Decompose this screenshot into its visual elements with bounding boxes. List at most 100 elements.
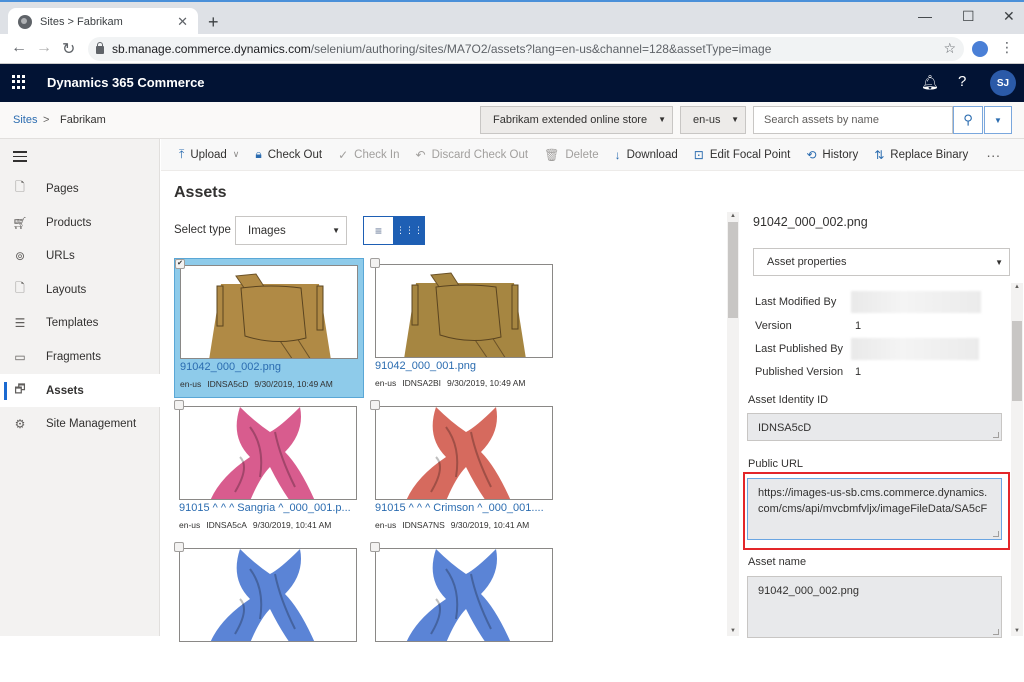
chevron-down-icon: ▼ <box>332 226 340 235</box>
hamburger-menu-icon[interactable] <box>13 151 27 165</box>
forward-button[interactable]: → <box>36 39 52 57</box>
list-view-button[interactable]: ≡ <box>363 216 394 245</box>
asset-tile[interactable] <box>174 542 364 682</box>
asset-name-link[interactable]: 91015 ^ ^ ^ Sangria ^_000_001.p... <box>179 502 359 514</box>
asset-checkbox[interactable] <box>370 542 380 552</box>
address-bar-row: ← → ↻ sb.manage.commerce.dynamics.com/se… <box>0 34 1024 64</box>
delete-label: Delete <box>565 148 599 161</box>
download-button[interactable]: ↓ Download <box>615 148 678 162</box>
delete-button[interactable]: 🗑︎ Delete <box>544 148 598 162</box>
search-icon: ⚲ <box>963 112 973 127</box>
scroll-down-icon[interactable]: ▼ <box>1014 628 1020 634</box>
scroll-up-icon[interactable]: ▲ <box>1014 284 1020 290</box>
profile-avatar-icon[interactable] <box>972 41 988 57</box>
asset-tile[interactable] <box>370 542 560 682</box>
asset-date: 9/30/2019, 10:49 AM <box>254 379 333 389</box>
upload-button[interactable]: ⤒ Upload ∨ <box>179 147 239 162</box>
asset-name-link[interactable]: 91042_000_002.png <box>180 361 360 373</box>
close-tab-icon[interactable]: ✕ <box>177 14 188 30</box>
asset-tile[interactable]: 91015 ^ ^ ^ Sangria ^_000_001.p... en-us I… <box>174 400 364 540</box>
site-select[interactable]: Fabrikam extended online store ▼ <box>480 106 673 134</box>
maximize-button[interactable]: ☐ <box>962 8 975 25</box>
sidebar-item-templates[interactable]: ☰ Templates <box>0 306 160 339</box>
asset-tile[interactable]: 91015 ^ ^ ^ Crimson ^_000_001.... en-us ID… <box>370 400 560 540</box>
scarf-image <box>210 407 315 499</box>
asset-identity-field[interactable]: IDNSA5cD <box>747 413 1002 441</box>
asset-checkbox[interactable] <box>370 258 380 268</box>
browser-menu-icon[interactable]: ⋮ <box>1000 39 1014 56</box>
user-avatar[interactable]: SJ <box>990 70 1016 96</box>
layout-icon: 🗋 <box>15 281 25 295</box>
reload-button[interactable]: ↻ <box>62 39 75 59</box>
scroll-down-icon[interactable]: ▼ <box>730 628 736 634</box>
asset-thumbnail <box>180 265 358 359</box>
check-in-button[interactable]: ✓ Check In <box>338 148 399 162</box>
breadcrumb-separator: > <box>43 114 50 126</box>
locale-select[interactable]: en-us ▼ <box>680 106 746 134</box>
sidebar-item-products[interactable]: 🛒︎ Products <box>0 206 160 239</box>
grid-scrollbar[interactable]: ▲ ▼ <box>727 212 739 636</box>
asset-name-field[interactable]: 91042_000_002.png <box>747 576 1002 638</box>
discard-check-out-button[interactable]: ↶ Discard Check Out <box>416 148 529 162</box>
sidebar-item-label: Products <box>46 216 92 229</box>
scroll-up-icon[interactable]: ▲ <box>730 213 736 219</box>
chevron-down-icon: ▼ <box>994 115 1002 125</box>
grid-view-button[interactable]: ⋮⋮⋮ <box>394 216 425 245</box>
asset-name-link[interactable]: 91015 ^ ^ ^ Crimson ^_000_001.... <box>375 502 555 514</box>
asset-date: 9/30/2019, 10:41 AM <box>252 520 332 530</box>
asset-checkbox[interactable] <box>174 542 184 552</box>
resize-handle[interactable] <box>993 432 999 438</box>
back-button[interactable]: ← <box>11 39 27 57</box>
asset-date: 9/30/2019, 10:41 AM <box>450 520 530 530</box>
asset-checkbox[interactable] <box>370 400 380 410</box>
search-input[interactable]: Search assets by name <box>753 106 953 134</box>
details-section-dropdown[interactable]: Asset properties ▼ <box>753 248 1010 276</box>
sidebar-item-urls[interactable]: ⊚ URLs <box>0 239 160 272</box>
upload-label: Upload <box>190 148 227 161</box>
details-scrollbar[interactable]: ▲ ▼ <box>1011 283 1023 636</box>
template-icon: ☰ <box>14 315 26 330</box>
asset-locale: en-us <box>375 378 397 388</box>
asset-thumbnail <box>375 406 553 500</box>
globe-icon <box>18 15 32 29</box>
bookmark-star-icon[interactable]: ☆ <box>943 40 956 57</box>
asset-checkbox[interactable]: ✔ <box>175 259 185 269</box>
bag-image <box>404 272 526 357</box>
cart-icon: 🛒︎ <box>12 215 28 230</box>
select-type-dropdown[interactable]: Images ▼ <box>235 216 347 245</box>
redacted-last-published-by <box>851 338 979 360</box>
notification-bell-icon[interactable]: 🔔︎ <box>921 74 939 91</box>
lock-icon <box>96 42 104 54</box>
history-button[interactable]: ⟲ History <box>806 148 858 162</box>
asset-name-value: 91042_000_002.png <box>758 585 859 597</box>
app-launcher-icon[interactable] <box>12 75 26 89</box>
scrollbar-thumb[interactable] <box>728 222 738 318</box>
sidebar-item-layouts[interactable]: 🗋 Layouts <box>0 273 160 306</box>
breadcrumb-sites-link[interactable]: Sites <box>13 114 37 126</box>
sidebar-item-fragments[interactable]: ▭ Fragments <box>0 340 160 373</box>
resize-handle[interactable] <box>993 629 999 635</box>
sidebar-item-pages[interactable]: 🗋 Pages <box>0 172 160 205</box>
url-field[interactable]: sb.manage.commerce.dynamics.com/selenium… <box>88 37 964 61</box>
chevron-down-icon: ▼ <box>731 115 739 124</box>
minimize-button[interactable]: — <box>918 8 932 24</box>
asset-tile[interactable]: 91042_000_001.png en-us IDNSA2BI 9/30/2019,… <box>370 258 560 398</box>
check-out-button[interactable]: 🔒︎ Check Out <box>255 147 322 162</box>
replace-binary-button[interactable]: ⇅ Replace Binary <box>874 148 968 162</box>
asset-checkbox[interactable] <box>174 400 184 410</box>
edit-focal-point-button[interactable]: ⊡ Edit Focal Point <box>694 148 791 162</box>
new-tab-button[interactable]: + <box>208 12 219 33</box>
asset-name-link[interactable]: 91042_000_001.png <box>375 360 555 372</box>
sidebar-item-site-management[interactable]: ⚙ Site Management <box>0 407 160 440</box>
asset-tile[interactable]: ✔ 91042_000_002.png en-us IDNSA5cD 9/30/2019… <box>174 258 364 398</box>
search-options-button[interactable]: ▼ <box>984 106 1012 134</box>
more-options-icon[interactable]: ··· <box>986 147 1000 163</box>
sidebar-item-assets[interactable]: 🗗 Assets <box>0 374 160 407</box>
asset-meta: en-us IDNSA5cD 9/30/2019, 10:49 AM <box>180 379 339 389</box>
browser-tab[interactable]: Sites > Fabrikam ✕ <box>8 8 198 36</box>
scrollbar-thumb[interactable] <box>1012 321 1022 401</box>
help-icon[interactable]: ? <box>958 73 966 90</box>
close-window-button[interactable]: ✕ <box>1003 8 1015 25</box>
search-button[interactable]: ⚲ <box>953 106 983 134</box>
asset-id: IDNSA5cA <box>206 520 247 530</box>
